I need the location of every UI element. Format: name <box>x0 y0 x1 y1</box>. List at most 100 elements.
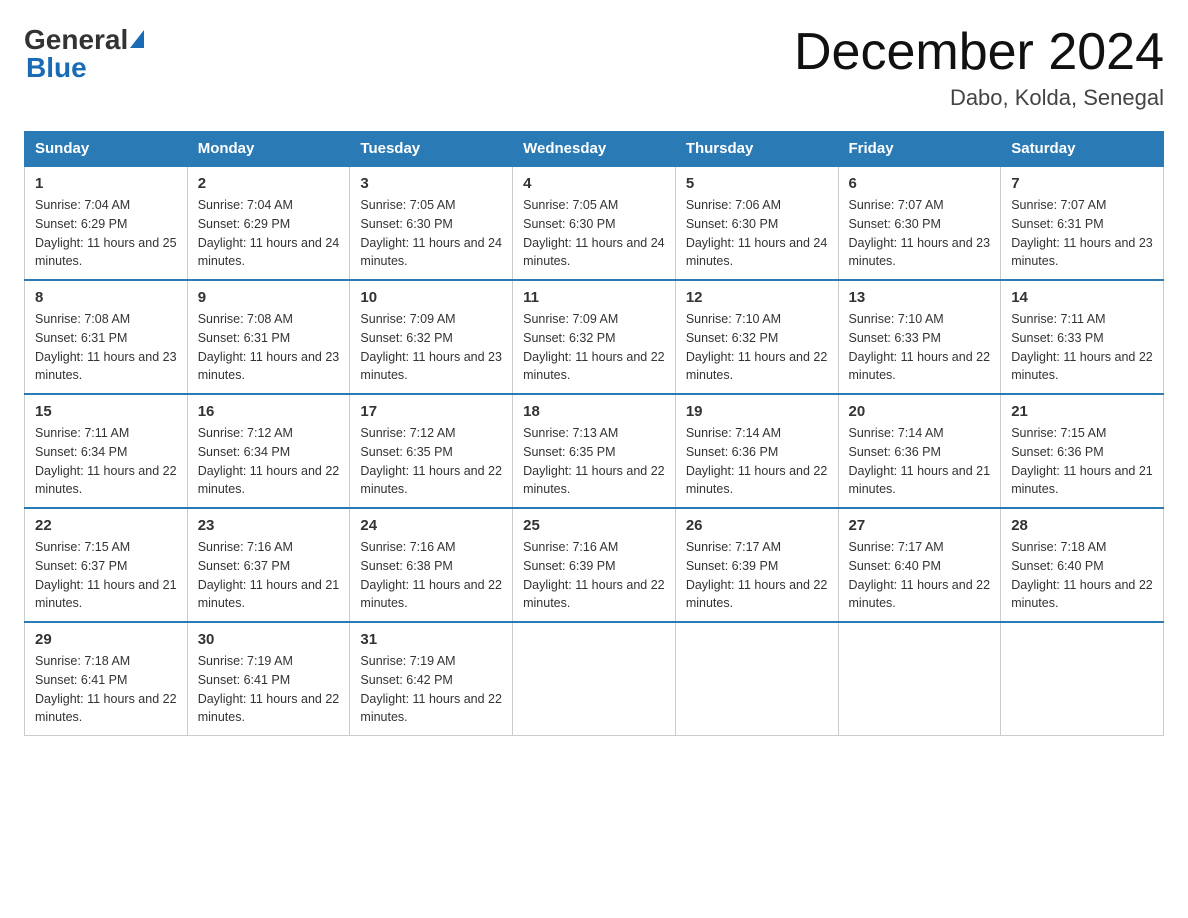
day-info: Sunrise: 7:10 AM Sunset: 6:33 PM Dayligh… <box>849 310 991 385</box>
day-info: Sunrise: 7:13 AM Sunset: 6:35 PM Dayligh… <box>523 424 665 499</box>
header-sunday: Sunday <box>25 132 188 167</box>
calendar-day-cell: 31 Sunrise: 7:19 AM Sunset: 6:42 PM Dayl… <box>350 622 513 736</box>
day-number: 13 <box>849 289 991 306</box>
day-number: 3 <box>360 175 502 192</box>
day-info: Sunrise: 7:08 AM Sunset: 6:31 PM Dayligh… <box>198 310 340 385</box>
day-number: 14 <box>1011 289 1153 306</box>
calendar-header-row: SundayMondayTuesdayWednesdayThursdayFrid… <box>25 132 1164 167</box>
day-number: 5 <box>686 175 828 192</box>
location: Dabo, Kolda, Senegal <box>794 85 1164 111</box>
header-friday: Friday <box>838 132 1001 167</box>
header-tuesday: Tuesday <box>350 132 513 167</box>
day-info: Sunrise: 7:15 AM Sunset: 6:36 PM Dayligh… <box>1011 424 1153 499</box>
day-number: 9 <box>198 289 340 306</box>
day-info: Sunrise: 7:04 AM Sunset: 6:29 PM Dayligh… <box>35 196 177 271</box>
calendar-day-cell: 14 Sunrise: 7:11 AM Sunset: 6:33 PM Dayl… <box>1001 280 1164 394</box>
day-number: 24 <box>360 517 502 534</box>
day-info: Sunrise: 7:16 AM Sunset: 6:38 PM Dayligh… <box>360 538 502 613</box>
day-number: 17 <box>360 403 502 420</box>
logo-triangle-icon <box>130 30 144 48</box>
day-number: 26 <box>686 517 828 534</box>
day-info: Sunrise: 7:19 AM Sunset: 6:42 PM Dayligh… <box>360 652 502 727</box>
calendar-day-cell: 24 Sunrise: 7:16 AM Sunset: 6:38 PM Dayl… <box>350 508 513 622</box>
day-info: Sunrise: 7:18 AM Sunset: 6:40 PM Dayligh… <box>1011 538 1153 613</box>
calendar-day-cell: 25 Sunrise: 7:16 AM Sunset: 6:39 PM Dayl… <box>513 508 676 622</box>
calendar-day-cell: 17 Sunrise: 7:12 AM Sunset: 6:35 PM Dayl… <box>350 394 513 508</box>
day-number: 30 <box>198 631 340 648</box>
day-info: Sunrise: 7:17 AM Sunset: 6:40 PM Dayligh… <box>849 538 991 613</box>
title-block: December 2024 Dabo, Kolda, Senegal <box>794 24 1164 111</box>
logo-blue-text: Blue <box>26 52 87 83</box>
day-number: 20 <box>849 403 991 420</box>
day-number: 15 <box>35 403 177 420</box>
calendar-week-row: 15 Sunrise: 7:11 AM Sunset: 6:34 PM Dayl… <box>25 394 1164 508</box>
calendar-day-cell: 8 Sunrise: 7:08 AM Sunset: 6:31 PM Dayli… <box>25 280 188 394</box>
calendar-empty-cell <box>675 622 838 736</box>
day-number: 22 <box>35 517 177 534</box>
day-number: 29 <box>35 631 177 648</box>
day-number: 18 <box>523 403 665 420</box>
calendar-day-cell: 15 Sunrise: 7:11 AM Sunset: 6:34 PM Dayl… <box>25 394 188 508</box>
calendar-day-cell: 5 Sunrise: 7:06 AM Sunset: 6:30 PM Dayli… <box>675 166 838 280</box>
calendar-week-row: 8 Sunrise: 7:08 AM Sunset: 6:31 PM Dayli… <box>25 280 1164 394</box>
day-info: Sunrise: 7:16 AM Sunset: 6:39 PM Dayligh… <box>523 538 665 613</box>
calendar-day-cell: 3 Sunrise: 7:05 AM Sunset: 6:30 PM Dayli… <box>350 166 513 280</box>
day-info: Sunrise: 7:18 AM Sunset: 6:41 PM Dayligh… <box>35 652 177 727</box>
day-info: Sunrise: 7:17 AM Sunset: 6:39 PM Dayligh… <box>686 538 828 613</box>
day-number: 10 <box>360 289 502 306</box>
calendar-day-cell: 26 Sunrise: 7:17 AM Sunset: 6:39 PM Dayl… <box>675 508 838 622</box>
day-info: Sunrise: 7:05 AM Sunset: 6:30 PM Dayligh… <box>360 196 502 271</box>
calendar-day-cell: 28 Sunrise: 7:18 AM Sunset: 6:40 PM Dayl… <box>1001 508 1164 622</box>
calendar-week-row: 22 Sunrise: 7:15 AM Sunset: 6:37 PM Dayl… <box>25 508 1164 622</box>
header-wednesday: Wednesday <box>513 132 676 167</box>
logo: General Blue <box>24 24 144 84</box>
day-number: 28 <box>1011 517 1153 534</box>
calendar-day-cell: 20 Sunrise: 7:14 AM Sunset: 6:36 PM Dayl… <box>838 394 1001 508</box>
calendar-day-cell: 2 Sunrise: 7:04 AM Sunset: 6:29 PM Dayli… <box>187 166 350 280</box>
day-number: 7 <box>1011 175 1153 192</box>
calendar-day-cell: 13 Sunrise: 7:10 AM Sunset: 6:33 PM Dayl… <box>838 280 1001 394</box>
calendar-day-cell: 1 Sunrise: 7:04 AM Sunset: 6:29 PM Dayli… <box>25 166 188 280</box>
calendar-day-cell: 12 Sunrise: 7:10 AM Sunset: 6:32 PM Dayl… <box>675 280 838 394</box>
header-saturday: Saturday <box>1001 132 1164 167</box>
calendar-day-cell: 16 Sunrise: 7:12 AM Sunset: 6:34 PM Dayl… <box>187 394 350 508</box>
header-monday: Monday <box>187 132 350 167</box>
day-info: Sunrise: 7:09 AM Sunset: 6:32 PM Dayligh… <box>523 310 665 385</box>
header-thursday: Thursday <box>675 132 838 167</box>
calendar-day-cell: 30 Sunrise: 7:19 AM Sunset: 6:41 PM Dayl… <box>187 622 350 736</box>
day-info: Sunrise: 7:04 AM Sunset: 6:29 PM Dayligh… <box>198 196 340 271</box>
page-header: General Blue December 2024 Dabo, Kolda, … <box>24 24 1164 111</box>
day-number: 2 <box>198 175 340 192</box>
day-number: 4 <box>523 175 665 192</box>
day-number: 23 <box>198 517 340 534</box>
calendar-day-cell: 23 Sunrise: 7:16 AM Sunset: 6:37 PM Dayl… <box>187 508 350 622</box>
calendar-day-cell: 21 Sunrise: 7:15 AM Sunset: 6:36 PM Dayl… <box>1001 394 1164 508</box>
calendar-day-cell: 22 Sunrise: 7:15 AM Sunset: 6:37 PM Dayl… <box>25 508 188 622</box>
calendar-day-cell: 6 Sunrise: 7:07 AM Sunset: 6:30 PM Dayli… <box>838 166 1001 280</box>
day-number: 8 <box>35 289 177 306</box>
calendar-empty-cell <box>1001 622 1164 736</box>
calendar-day-cell: 7 Sunrise: 7:07 AM Sunset: 6:31 PM Dayli… <box>1001 166 1164 280</box>
calendar-day-cell: 18 Sunrise: 7:13 AM Sunset: 6:35 PM Dayl… <box>513 394 676 508</box>
day-info: Sunrise: 7:11 AM Sunset: 6:34 PM Dayligh… <box>35 424 177 499</box>
day-info: Sunrise: 7:06 AM Sunset: 6:30 PM Dayligh… <box>686 196 828 271</box>
day-info: Sunrise: 7:09 AM Sunset: 6:32 PM Dayligh… <box>360 310 502 385</box>
calendar-day-cell: 4 Sunrise: 7:05 AM Sunset: 6:30 PM Dayli… <box>513 166 676 280</box>
day-number: 27 <box>849 517 991 534</box>
day-number: 11 <box>523 289 665 306</box>
day-info: Sunrise: 7:14 AM Sunset: 6:36 PM Dayligh… <box>686 424 828 499</box>
day-info: Sunrise: 7:11 AM Sunset: 6:33 PM Dayligh… <box>1011 310 1153 385</box>
day-info: Sunrise: 7:12 AM Sunset: 6:34 PM Dayligh… <box>198 424 340 499</box>
day-info: Sunrise: 7:07 AM Sunset: 6:30 PM Dayligh… <box>849 196 991 271</box>
day-number: 21 <box>1011 403 1153 420</box>
day-info: Sunrise: 7:14 AM Sunset: 6:36 PM Dayligh… <box>849 424 991 499</box>
day-info: Sunrise: 7:16 AM Sunset: 6:37 PM Dayligh… <box>198 538 340 613</box>
calendar-day-cell: 29 Sunrise: 7:18 AM Sunset: 6:41 PM Dayl… <box>25 622 188 736</box>
calendar-day-cell: 9 Sunrise: 7:08 AM Sunset: 6:31 PM Dayli… <box>187 280 350 394</box>
day-number: 16 <box>198 403 340 420</box>
day-number: 12 <box>686 289 828 306</box>
calendar-day-cell: 19 Sunrise: 7:14 AM Sunset: 6:36 PM Dayl… <box>675 394 838 508</box>
month-title: December 2024 <box>794 24 1164 81</box>
calendar-week-row: 1 Sunrise: 7:04 AM Sunset: 6:29 PM Dayli… <box>25 166 1164 280</box>
day-number: 1 <box>35 175 177 192</box>
